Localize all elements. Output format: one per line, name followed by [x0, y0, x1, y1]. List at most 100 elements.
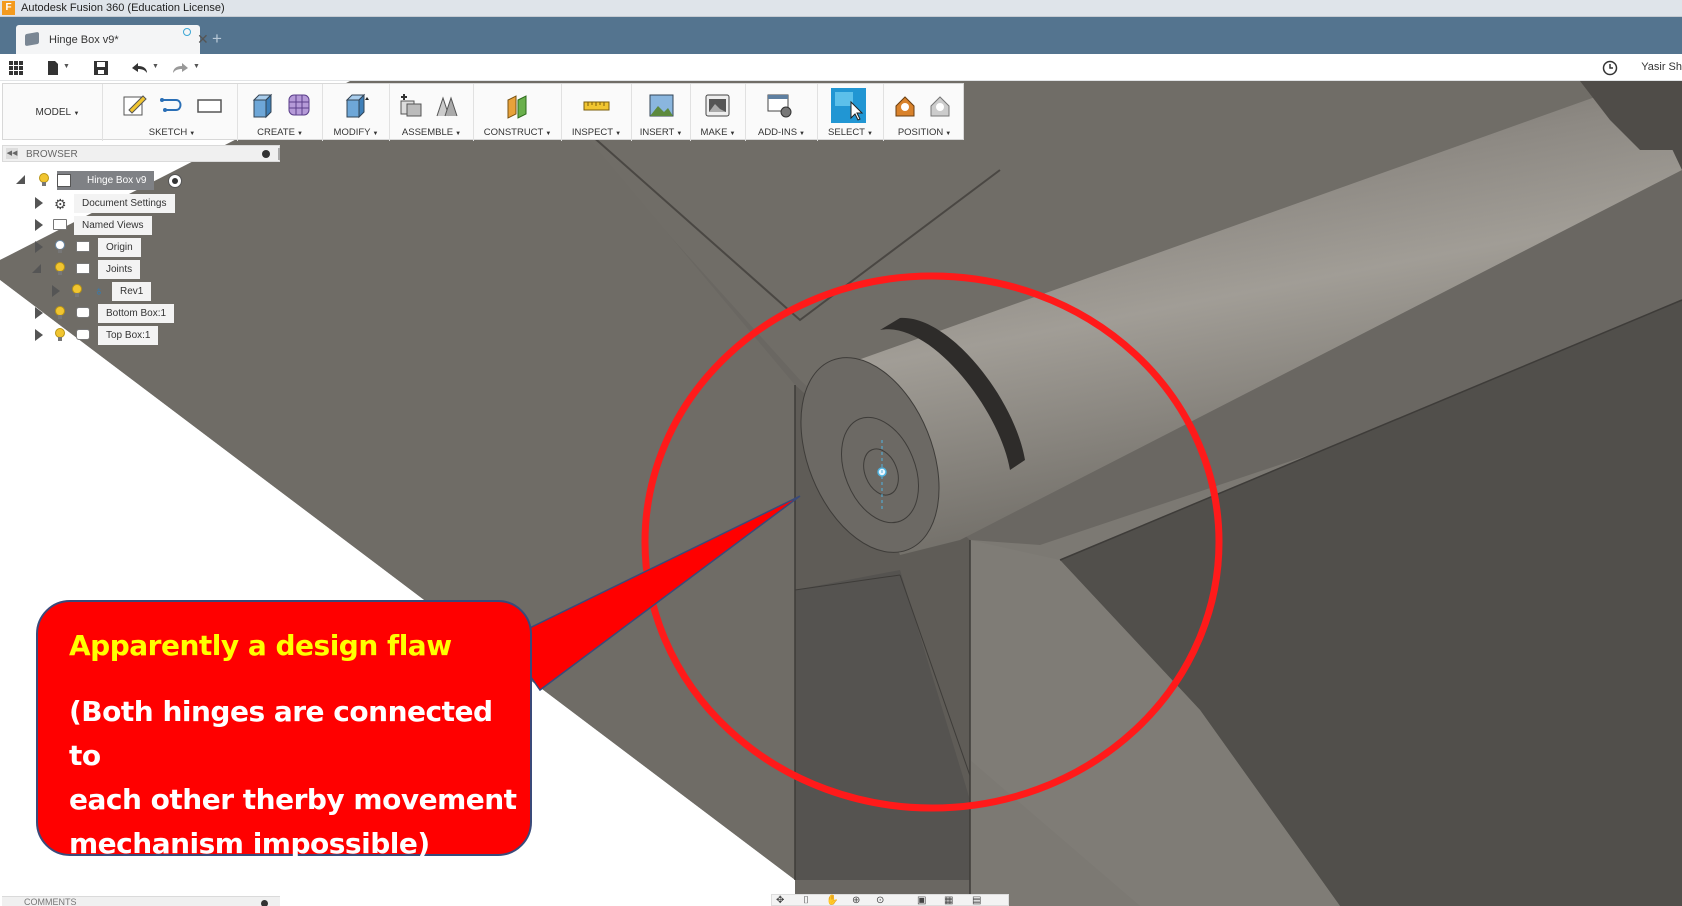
toolbar-group-inspect[interactable]: INSPECT ▼: [562, 84, 632, 141]
sketch-menu-label: SKETCH: [148, 127, 188, 138]
scripts-add-ins-icon: [767, 94, 792, 118]
offset-plane-icon: [507, 95, 527, 119]
window-title: Autodesk Fusion 360 (Education License): [21, 2, 225, 14]
annotation-callout: Apparently a design flaw (Both hinges ar…: [36, 600, 532, 860]
fit-icon[interactable]: ⊙: [876, 895, 884, 906]
undo-icon[interactable]: [131, 60, 147, 76]
new-tab-button[interactable]: +: [206, 29, 228, 49]
redo-chevron-down-icon[interactable]: ▼: [193, 63, 200, 70]
visibility-bulb-off-icon[interactable]: [55, 240, 65, 253]
root-component-label: Hinge Box v9: [57, 171, 155, 190]
insert-menu-label: INSERT: [639, 127, 675, 138]
visibility-bulb-icon[interactable]: [55, 306, 65, 319]
browser-item-named-views[interactable]: Named Views: [32, 216, 157, 235]
browser-item-bottom-box[interactable]: Bottom Box:1: [32, 304, 175, 323]
workspace-switcher[interactable]: MODEL ▼: [13, 84, 103, 141]
assemble-chevron-down-icon: ▼: [455, 131, 462, 137]
callout-body-line: (Both hinges are connected to: [69, 695, 493, 772]
select-menu-label: SELECT: [828, 127, 865, 138]
expand-triangle-icon[interactable]: [35, 241, 43, 253]
file-menu-icon[interactable]: [45, 60, 61, 76]
modify-menu-label: MODIFY: [333, 127, 371, 138]
toolbar-group-insert[interactable]: INSERT ▼: [632, 84, 691, 141]
create-sketch-icon: [123, 95, 147, 116]
toolbar-group-assemble[interactable]: ASSEMBLE ▼: [390, 84, 474, 141]
toolbar-group-sketch[interactable]: SKETCH ▼: [107, 84, 238, 141]
browser-root-item[interactable]: Hinge Box v9: [16, 171, 186, 190]
collapse-browser-icon[interactable]: ◀◀: [6, 148, 18, 159]
browser-resize-handle[interactable]: [278, 148, 280, 160]
construct-chevron-down-icon: ▼: [545, 131, 552, 137]
toolbar-group-position[interactable]: POSITION ▼: [884, 84, 965, 141]
orbit-icon[interactable]: ✥: [776, 895, 784, 906]
pin-browser-icon[interactable]: [262, 150, 270, 158]
assemble-menu-label: ASSEMBLE: [401, 127, 454, 138]
job-status-clock-icon[interactable]: [1602, 60, 1618, 76]
visibility-bulb-icon[interactable]: [55, 262, 65, 275]
callout-body-line: mechanism impossible): [69, 827, 430, 860]
component-icon: [76, 307, 90, 318]
expand-triangle-icon[interactable]: [35, 219, 43, 231]
revert-position-icon: [930, 96, 950, 117]
visibility-bulb-icon[interactable]: [39, 173, 49, 186]
browser-item-document-settings[interactable]: ⚙ Document Settings: [32, 194, 182, 213]
data-panel-grid-icon[interactable]: [8, 60, 24, 76]
visibility-bulb-icon[interactable]: [72, 284, 82, 297]
title-bar: F Autodesk Fusion 360 (Education License…: [0, 0, 1682, 17]
browser-item-joints[interactable]: Joints: [32, 260, 142, 279]
viewports-icon[interactable]: ▤: [972, 895, 981, 906]
redo-icon[interactable]: [171, 60, 188, 76]
browser-item-rev1[interactable]: ♁ Rev1: [50, 282, 155, 301]
browser-item-label: Named Views: [74, 216, 152, 235]
toolbar-group-select[interactable]: SELECT ▼: [818, 84, 884, 141]
fusion-app-window: F Autodesk Fusion 360 (Education License…: [0, 0, 1682, 906]
pan-hand-icon[interactable]: ✋: [826, 895, 838, 906]
insert-image-icon: [649, 94, 674, 117]
toolbar-group-construct[interactable]: CONSTRUCT ▼: [474, 84, 562, 141]
comments-title: COMMENTS: [24, 897, 77, 906]
pin-comments-icon[interactable]: [261, 900, 268, 906]
expand-triangle-icon[interactable]: [35, 307, 43, 319]
expand-triangle-icon[interactable]: [16, 175, 26, 185]
browser-item-top-box[interactable]: Top Box:1: [32, 326, 162, 345]
expand-triangle-icon[interactable]: [35, 197, 43, 209]
browser-panel-header[interactable]: ◀◀ BROWSER: [2, 145, 280, 162]
expand-triangle-icon[interactable]: [52, 285, 60, 297]
insert-chevron-down-icon: ▼: [676, 131, 683, 137]
display-settings-icon[interactable]: ▣: [917, 895, 926, 906]
3d-print-icon: [705, 94, 730, 117]
callout-body-line: each other therby movement: [69, 783, 517, 816]
construct-menu-label: CONSTRUCT: [483, 127, 544, 138]
zoom-icon[interactable]: ⊕: [852, 895, 860, 906]
line-sketch-icon: [160, 98, 182, 112]
document-tab[interactable]: Hinge Box v9* ✕: [16, 25, 209, 54]
save-icon[interactable]: [93, 60, 109, 76]
toolbar-group-add-ins[interactable]: ADD-INS ▼: [746, 84, 818, 141]
look-at-icon[interactable]: ⌷: [803, 895, 809, 906]
folder-icon: [76, 241, 90, 252]
add-ins-chevron-down-icon: ▼: [799, 131, 805, 137]
comments-panel-header[interactable]: COMMENTS: [2, 896, 280, 906]
press-pull-icon: [345, 93, 369, 119]
collapse-triangle-icon[interactable]: [32, 264, 42, 274]
inspect-menu-label: INSPECT: [571, 127, 614, 138]
toolbar-group-make[interactable]: MAKE ▼: [691, 84, 746, 141]
measure-ruler-icon: [583, 101, 610, 111]
activate-component-icon[interactable]: [168, 174, 182, 188]
gear-icon: ⚙: [54, 196, 67, 212]
undo-chevron-down-icon[interactable]: ▼: [152, 63, 159, 70]
browser-item-label: Bottom Box:1: [98, 304, 175, 323]
file-menu-chevron-down-icon[interactable]: ▼: [63, 63, 70, 70]
user-account-name[interactable]: Yasir Sh: [1641, 61, 1682, 73]
browser-item-label: Document Settings: [74, 194, 175, 213]
folder-icon: [76, 263, 90, 274]
select-chevron-down-icon: ▼: [867, 131, 873, 137]
expand-triangle-icon[interactable]: [35, 329, 43, 341]
toolbar-group-create[interactable]: CREATE ▼: [238, 84, 323, 141]
document-status-icon: [183, 28, 191, 36]
grid-settings-icon[interactable]: ▦: [944, 895, 953, 906]
toolbar-group-modify[interactable]: MODIFY ▼: [323, 84, 390, 141]
visibility-bulb-icon[interactable]: [55, 328, 65, 341]
browser-item-origin[interactable]: Origin: [32, 238, 142, 257]
create-chevron-down-icon: ▼: [296, 131, 303, 137]
